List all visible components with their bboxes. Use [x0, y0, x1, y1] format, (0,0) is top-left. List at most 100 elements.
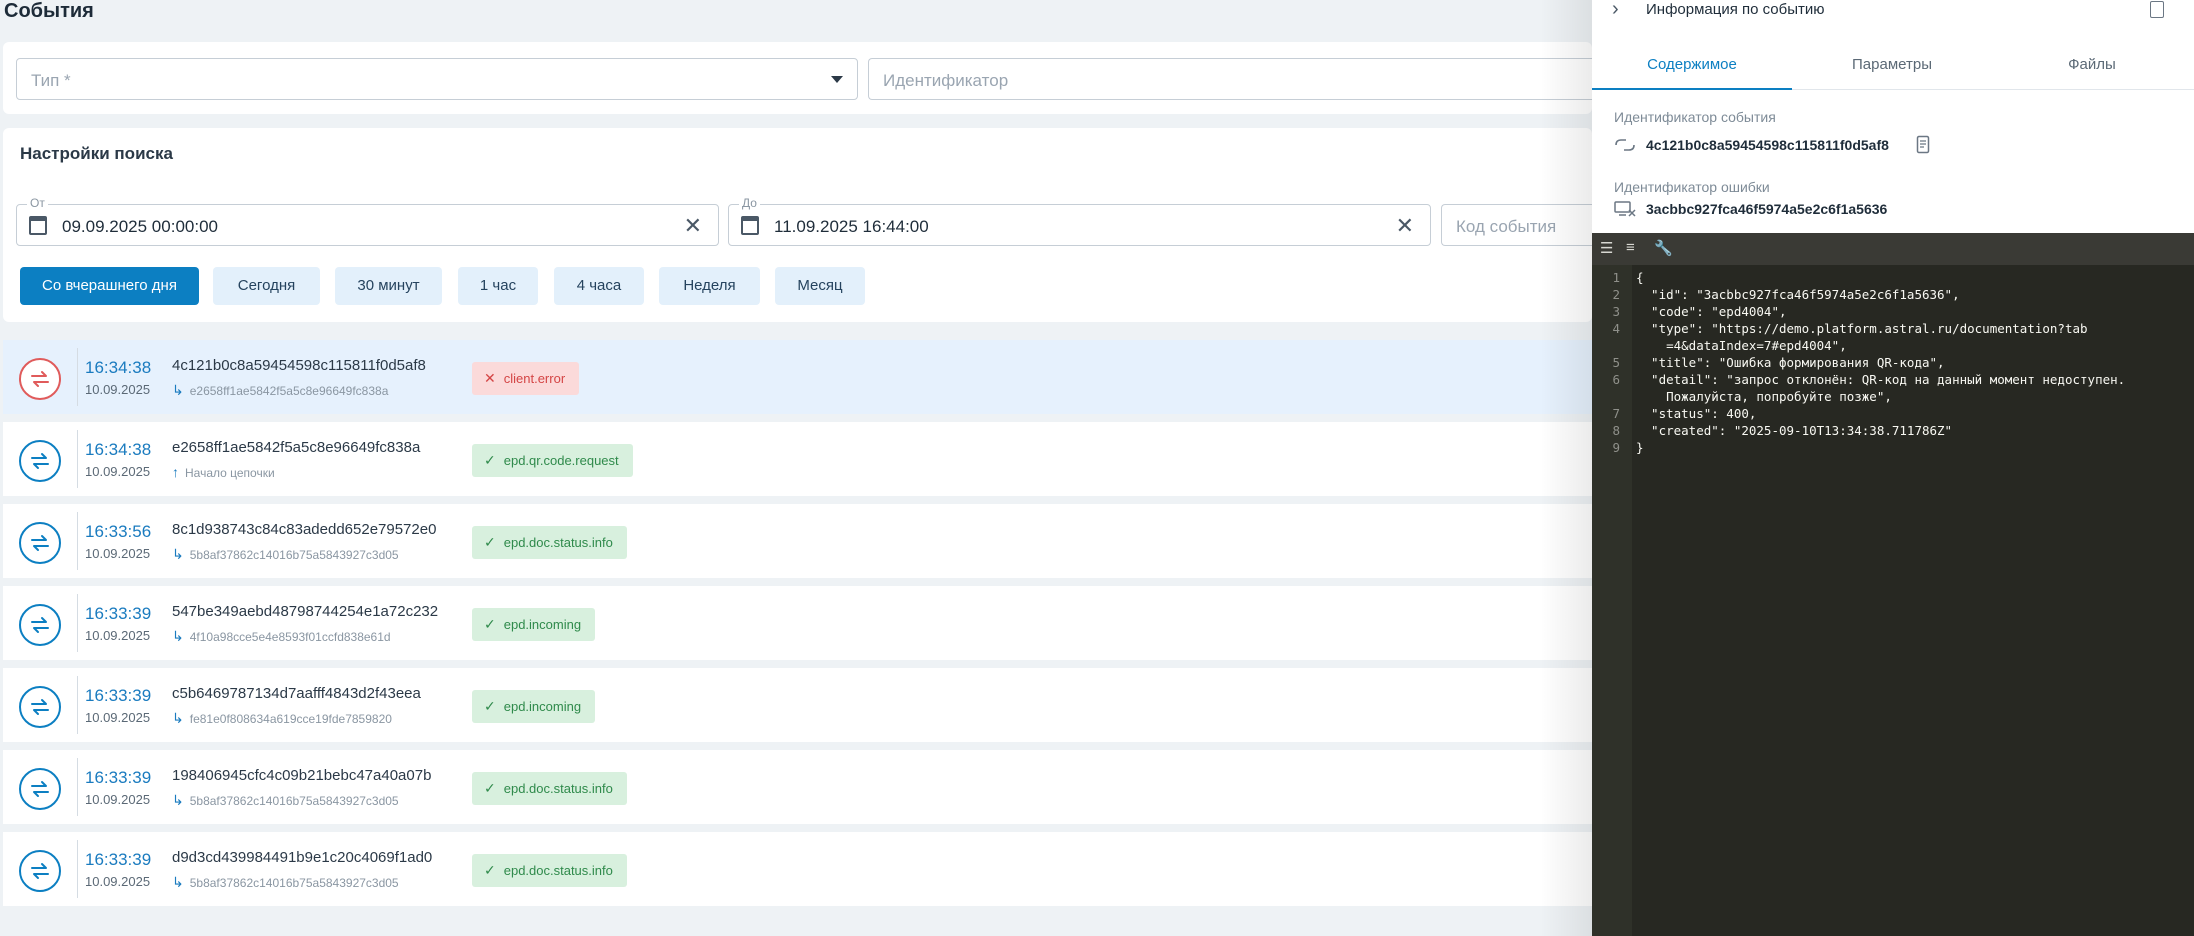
- code-line: 9}: [1592, 439, 2194, 456]
- event-parent: ↳ e2658ff1ae5842f5a5c8e96649fc838a: [172, 382, 388, 399]
- event-parent: ↳ 4f10a98cce5e4e8593f01ccfd838e61d: [172, 628, 391, 645]
- event-row[interactable]: 16:33:39 10.09.2025 547be349aebd48798744…: [3, 586, 1592, 660]
- row-divider: [77, 676, 78, 734]
- event-row[interactable]: 16:33:39 10.09.2025 c5b6469787134d7aafff…: [3, 668, 1592, 742]
- exchange-icon: [19, 358, 61, 400]
- event-row[interactable]: 16:34:38 10.09.2025 e2658ff1ae5842f5a5c8…: [3, 422, 1592, 496]
- row-divider: [77, 758, 78, 816]
- calendar-icon[interactable]: [29, 216, 47, 235]
- event-type-text: epd.incoming: [503, 699, 582, 714]
- monitor-error-icon: [1614, 201, 1636, 217]
- exchange-icon: [19, 604, 61, 646]
- line-text: "created": "2025-09-10T13:34:38.711786Z": [1636, 423, 1953, 438]
- check-icon: ✓: [484, 534, 496, 550]
- event-date: 10.09.2025: [85, 710, 151, 725]
- arrow-corner-icon: ↳: [172, 546, 184, 562]
- event-row[interactable]: 16:33:56 10.09.2025 8c1d938743c84c83aded…: [3, 504, 1592, 578]
- line-text: {: [1636, 270, 1644, 285]
- wrench-icon[interactable]: 🔧: [1654, 239, 1673, 257]
- event-row[interactable]: 16:33:39 10.09.2025 198406945cfc4c09b21b…: [3, 750, 1592, 824]
- event-date: 10.09.2025: [85, 382, 151, 397]
- line-number: 2: [1612, 287, 1620, 302]
- chevron-right-icon[interactable]: ›: [1612, 0, 1619, 21]
- error-id-value: 3acbbc927fca46f5974a5e2c6f1a5636: [1646, 201, 1888, 217]
- search-settings-card: Настройки поиска От 09.09.2025 00:00:00 …: [3, 128, 1592, 322]
- exchange-icon: [19, 440, 61, 482]
- row-divider: [77, 840, 78, 898]
- calendar-icon[interactable]: [741, 216, 759, 235]
- panel-header: › Информация по событию: [1592, 0, 2194, 28]
- panel-title: Информация по событию: [1646, 1, 1825, 18]
- clear-icon[interactable]: ✕: [1396, 213, 1414, 239]
- event-row[interactable]: 16:33:39 10.09.2025 d9d3cd439984491b9e1c…: [3, 832, 1592, 906]
- period-button-today[interactable]: Сегодня: [213, 267, 320, 305]
- date-to-field[interactable]: До 11.09.2025 16:44:00 ✕: [728, 196, 1431, 246]
- exchange-icon: [19, 686, 61, 728]
- code-line: 3 "code": "epd4004",: [1592, 303, 2194, 320]
- clear-icon[interactable]: ✕: [684, 213, 702, 239]
- event-time: 16:34:38: [85, 440, 152, 459]
- copy-icon[interactable]: [1916, 135, 1932, 155]
- event-date: 10.09.2025: [85, 792, 151, 807]
- event-type-badge: ✓ epd.incoming: [472, 608, 596, 641]
- line-number: 8: [1612, 423, 1620, 438]
- check-icon: ✓: [484, 862, 496, 878]
- event-parent-text: 4f10a98cce5e4e8593f01ccfd838e61d: [189, 630, 391, 644]
- period-button-week[interactable]: Неделя: [659, 267, 760, 305]
- event-date: 10.09.2025: [85, 464, 151, 479]
- period-button-4-hours[interactable]: 4 часа: [554, 267, 644, 305]
- event-type-badge: ✓ epd.incoming: [472, 690, 596, 723]
- event-parent: ↑ Начало цепочки: [172, 464, 275, 480]
- event-id-label: Идентификатор события: [1614, 109, 1776, 125]
- format-icon[interactable]: ☰: [1600, 239, 1613, 257]
- document-icon[interactable]: [2150, 1, 2164, 18]
- panel-shadow: [1540, 0, 1592, 936]
- event-time: 16:33:39: [85, 686, 152, 705]
- event-parent: ↳ 5b8af37862c14016b75a5843927c3d05: [172, 546, 399, 563]
- event-parent: ↳ fe81e0f808634a619cce19fde7859820: [172, 710, 392, 727]
- tab-files[interactable]: Файлы: [1992, 56, 2192, 73]
- period-button-month[interactable]: Месяц: [775, 267, 865, 305]
- event-time: 16:33:39: [85, 768, 152, 787]
- page-title: События: [4, 0, 94, 22]
- line-number: 1: [1612, 270, 1620, 285]
- tab-content[interactable]: Содержимое: [1592, 56, 1792, 73]
- arrow-corner-icon: ↳: [172, 874, 184, 890]
- events-page: События Тип * Идентификатор Настройки по…: [0, 0, 1592, 936]
- exchange-icon: [19, 850, 61, 892]
- compact-icon[interactable]: ≡: [1626, 239, 1635, 256]
- event-parent-text: 5b8af37862c14016b75a5843927c3d05: [189, 794, 399, 808]
- code-line: 6 "detail": "запрос отклонён: QR-код на …: [1592, 371, 2194, 405]
- type-select[interactable]: Тип *: [16, 58, 858, 100]
- event-type-text: epd.incoming: [503, 617, 582, 632]
- event-id: c5b6469787134d7aafff4843d2f43eea: [172, 685, 421, 702]
- check-icon: ✓: [484, 452, 496, 468]
- identifier-placeholder: Идентификатор: [883, 71, 1009, 90]
- search-settings-title: Настройки поиска: [20, 144, 173, 163]
- chevron-down-icon: [831, 76, 843, 83]
- date-from-field[interactable]: От 09.09.2025 00:00:00 ✕: [16, 196, 719, 246]
- row-divider: [77, 348, 78, 406]
- event-type-badge: ✕ client.error: [472, 362, 580, 395]
- event-id: 198406945cfc4c09b21bebc47a40a07b: [172, 767, 432, 784]
- line-number: 9: [1612, 440, 1620, 455]
- line-text: "code": "epd4004",: [1636, 304, 1787, 319]
- identifier-input[interactable]: Идентификатор: [868, 58, 1592, 100]
- json-editor[interactable]: ☰ ≡ 🔧 1{2 "id": "3acbbc927fca46f5974a5e2…: [1592, 233, 2194, 936]
- period-button-1-hour[interactable]: 1 час: [458, 267, 538, 305]
- check-icon: ✓: [484, 698, 496, 714]
- event-parent-text: Начало цепочки: [185, 466, 275, 480]
- tab-parameters[interactable]: Параметры: [1792, 56, 1992, 73]
- line-text: "title": "Ошибка формирования QR-кода",: [1636, 355, 1945, 370]
- arrow-corner-icon: ↳: [172, 382, 184, 398]
- event-parent-text: e2658ff1ae5842f5a5c8e96649fc838a: [189, 384, 389, 398]
- period-button-30-min[interactable]: 30 минут: [335, 267, 442, 305]
- active-tab-indicator: [1592, 88, 1792, 90]
- event-date: 10.09.2025: [85, 546, 151, 561]
- event-row[interactable]: 16:34:38 10.09.2025 4c121b0c8a59454598c1…: [3, 340, 1592, 414]
- code-line: 1{: [1592, 269, 2194, 286]
- code-lines: 1{2 "id": "3acbbc927fca46f5974a5e2c6f1a5…: [1592, 269, 2194, 456]
- period-button-since-yesterday[interactable]: Со вчерашнего дня: [20, 267, 199, 305]
- event-id: 8c1d938743c84c83adedd652e79572e0: [172, 521, 437, 538]
- row-divider: [77, 512, 78, 570]
